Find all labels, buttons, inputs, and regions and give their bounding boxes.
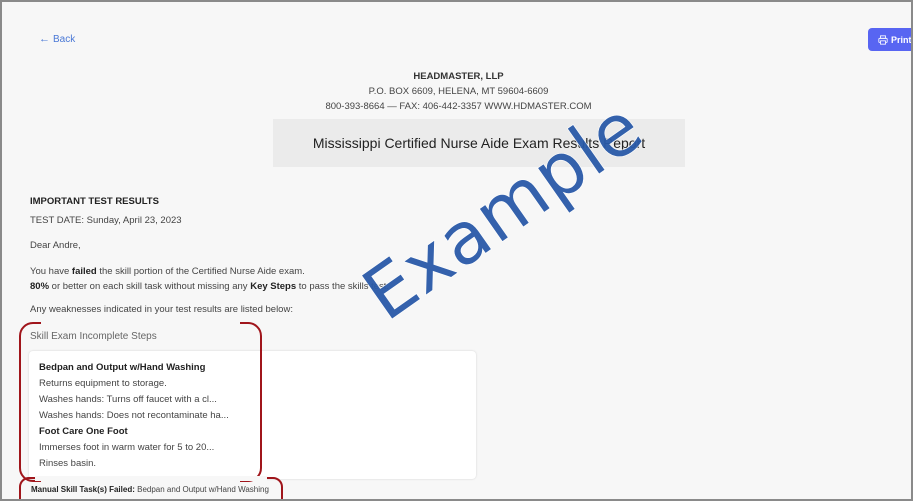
list-item: Returns equipment to storage. bbox=[39, 378, 167, 389]
print-button[interactable]: Print bbox=[868, 28, 912, 51]
results-heading: IMPORTANT TEST RESULTS bbox=[30, 196, 159, 207]
manual-failed-line: Manual Skill Task(s) Failed: Bedpan and … bbox=[31, 485, 269, 494]
list-item: Rinses basin. bbox=[39, 458, 97, 469]
company-name: HEADMASTER, LLP bbox=[413, 71, 504, 82]
manual-failed-value: Bedpan and Output w/Hand Washing bbox=[134, 485, 269, 494]
report-page: ← Back Print HEADMASTER, LLP P.O. BOX 66… bbox=[0, 0, 913, 501]
back-link[interactable]: ← Back bbox=[39, 33, 75, 45]
example-watermark: Example bbox=[346, 76, 668, 339]
incomplete-steps-card: Bedpan and Output w/Hand Washing Returns… bbox=[29, 351, 476, 479]
pass-middle: or better on each skill task without mis… bbox=[49, 281, 251, 292]
report-title: Mississippi Certified Nurse Aide Exam Re… bbox=[273, 119, 685, 167]
key-steps: Key Steps bbox=[250, 281, 297, 292]
company-address: P.O. BOX 6609, HELENA, MT 59604-6609 bbox=[368, 86, 549, 97]
printer-icon bbox=[878, 34, 888, 45]
list-item: Washes hands: Does not recontaminate ha.… bbox=[39, 410, 229, 421]
report-title-text: Mississippi Certified Nurse Aide Exam Re… bbox=[312, 135, 646, 151]
test-date: TEST DATE: Sunday, April 23, 2023 bbox=[30, 215, 182, 226]
result-statement: You have failed the skill portion of the… bbox=[30, 266, 305, 277]
result-prefix: You have bbox=[30, 266, 72, 277]
print-label: Print bbox=[891, 34, 912, 45]
pass-requirement: 80% or better on each skill task without… bbox=[30, 281, 389, 292]
incomplete-steps-title: Skill Exam Incomplete Steps bbox=[30, 331, 157, 342]
company-contact: 800-393-8664 — FAX: 406-442-3357 WWW.HDM… bbox=[325, 101, 592, 112]
pass-percent: 80% bbox=[30, 281, 50, 292]
list-item: Bedpan and Output w/Hand Washing bbox=[39, 362, 206, 373]
greeting: Dear Andre, bbox=[30, 240, 81, 251]
back-label: Back bbox=[53, 33, 76, 45]
result-failed-word: failed bbox=[71, 266, 97, 277]
weakness-note: Any weaknesses indicated in your test re… bbox=[30, 304, 293, 315]
manual-failed-label: Manual Skill Task(s) Failed: bbox=[31, 485, 135, 494]
pass-suffix: to pass the skills test. bbox=[296, 281, 390, 292]
list-item: Foot Care One Foot bbox=[39, 426, 128, 437]
result-suffix: the skill portion of the Certified Nurse… bbox=[96, 266, 305, 277]
list-item: Immerses foot in warm water for 5 to 20.… bbox=[39, 442, 215, 453]
list-item: Washes hands: Turns off faucet with a cl… bbox=[39, 394, 217, 405]
arrow-left-icon: ← bbox=[39, 33, 50, 45]
